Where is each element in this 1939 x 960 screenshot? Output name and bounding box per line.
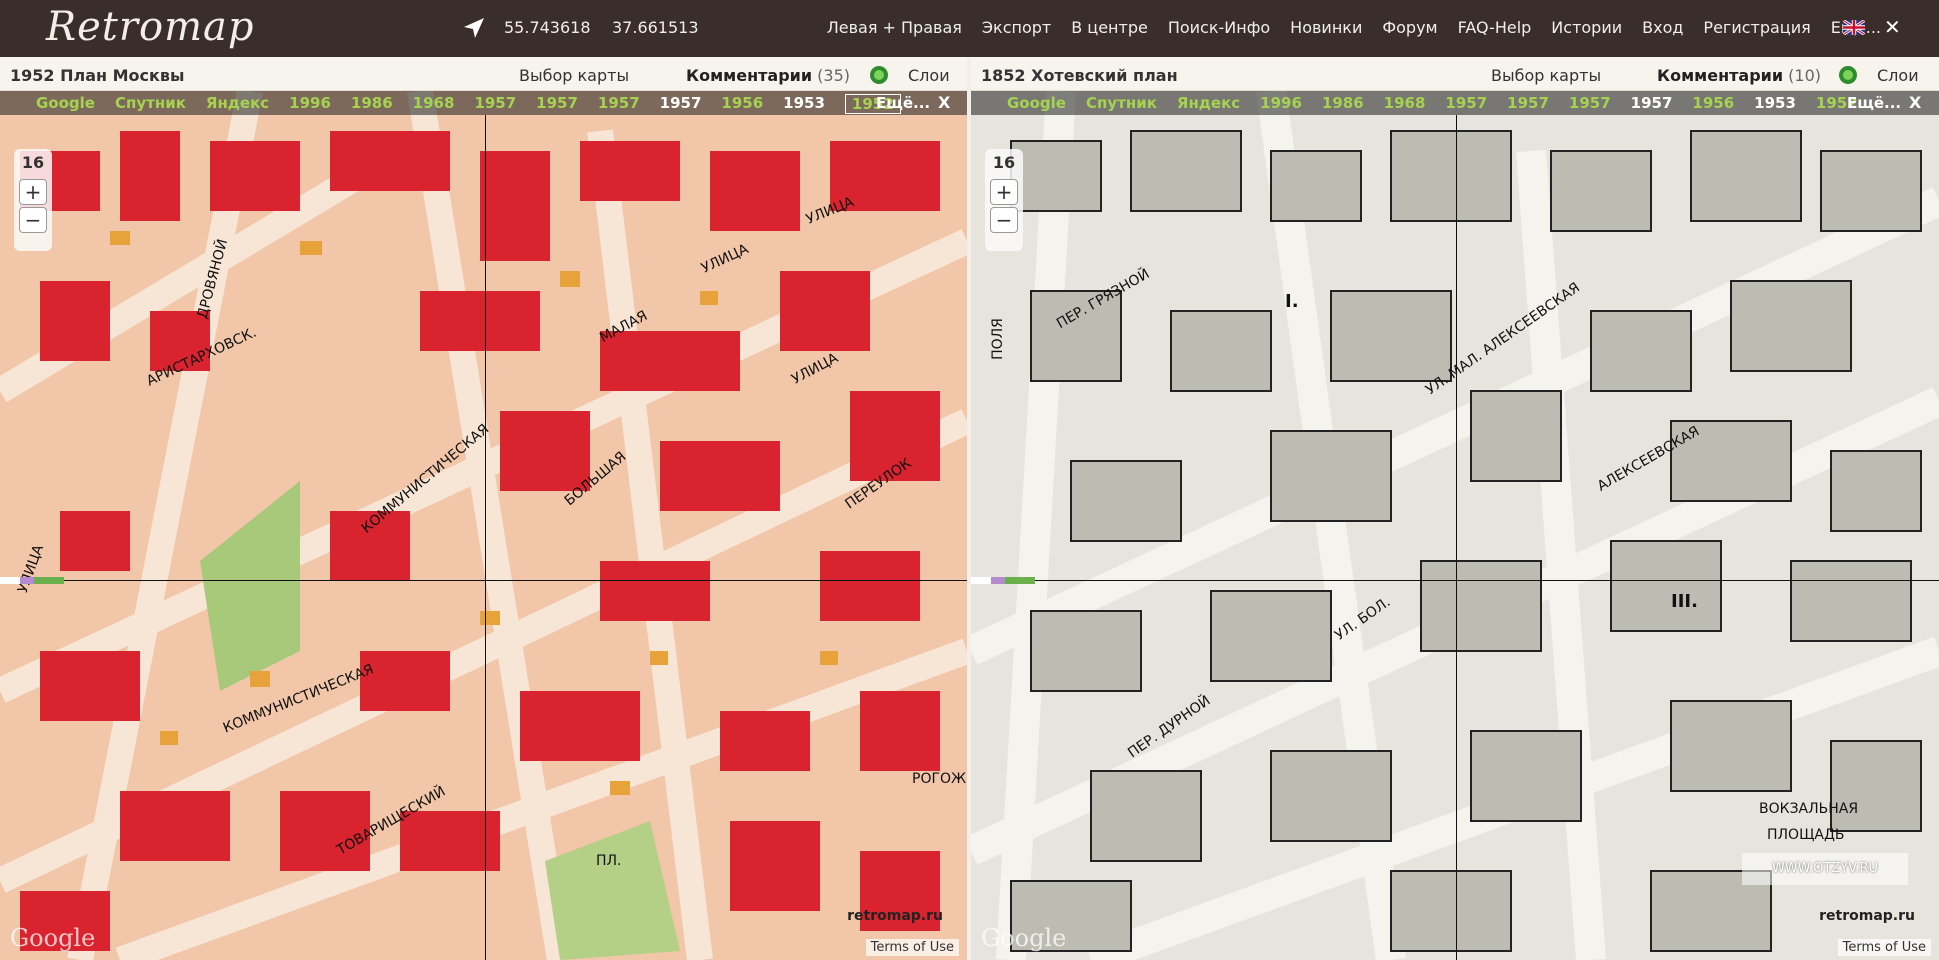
layers-icon[interactable]	[869, 65, 889, 85]
layers-icon[interactable]	[1838, 65, 1858, 85]
right-terms-link[interactable]: Terms of Use	[1837, 939, 1931, 956]
left-year-tab[interactable]: 1986	[351, 94, 393, 114]
right-choose-map-button[interactable]: Выбор карты	[1491, 66, 1601, 85]
menu-item[interactable]: Новинки	[1290, 18, 1362, 37]
site-logo[interactable]: Retromap	[46, 4, 254, 50]
right-close-bar-button[interactable]: X	[1909, 93, 1921, 112]
left-choose-map-button[interactable]: Выбор карты	[519, 66, 629, 85]
right-year-tab[interactable]: 1986	[1322, 94, 1364, 112]
right-zoom-in-button[interactable]: +	[990, 179, 1018, 205]
opacity-slider-icon[interactable]	[0, 577, 64, 584]
right-year-list: Google Спутник Яндекс 1996 1986 1968 1957 1957 1…	[1007, 94, 1858, 112]
menu-item[interactable]: FAQ-Help	[1458, 18, 1532, 37]
menu-item[interactable]: Левая + Правая	[827, 18, 962, 37]
right-year-tab[interactable]: 1957	[1631, 94, 1673, 112]
left-year-tab[interactable]: Google	[36, 94, 95, 114]
right-year-tab[interactable]: 1957	[1445, 94, 1487, 112]
menu-item[interactable]: Истории	[1551, 18, 1622, 37]
right-year-tab[interactable]: 1957	[1569, 94, 1611, 112]
left-zoom-out-button[interactable]: −	[19, 207, 47, 233]
right-year-tab[interactable]: Спутник	[1086, 94, 1157, 112]
menu-item[interactable]: В центре	[1071, 18, 1148, 37]
left-map-pane: 1952 План Москвы Выбор карты Комментарии…	[0, 57, 967, 960]
latitude-readout: 55.743618	[504, 18, 591, 37]
menu-item[interactable]: Вход	[1642, 18, 1683, 37]
left-year-tab[interactable]: Спутник	[115, 94, 186, 114]
site-watermark: WWW.OTZYV.RU	[1742, 853, 1908, 885]
map-label: ПЛ.	[596, 853, 622, 869]
left-year-tab[interactable]: 1996	[289, 94, 331, 114]
left-year-tab[interactable]: 1957	[598, 94, 640, 114]
right-year-tab[interactable]: 1953	[1754, 94, 1796, 112]
map-label: ВОКЗАЛЬНАЯ	[1759, 801, 1859, 817]
left-year-tab[interactable]: 1957	[660, 94, 702, 114]
left-year-tab[interactable]: 1957	[536, 94, 578, 114]
map-label: ПОЛЯ	[989, 318, 1006, 360]
right-year-bar: Google Спутник Яндекс 1996 1986 1968 1957 1957 1…	[971, 91, 1939, 115]
right-year-tab[interactable]: 1968	[1384, 94, 1426, 112]
right-year-tab[interactable]: Яндекс	[1177, 94, 1240, 112]
close-top-button[interactable]: ✕	[1884, 15, 1901, 39]
left-comments-label: Комментарии	[686, 66, 813, 85]
menu-item[interactable]: Форум	[1382, 18, 1437, 37]
left-comments-button[interactable]: Комментарии (35)	[686, 66, 850, 85]
left-google-logo: Google	[10, 924, 96, 952]
left-year-tab[interactable]: 1968	[413, 94, 455, 114]
map-label: РОГОЖ	[912, 771, 967, 787]
menu-item[interactable]: Регистрация	[1703, 18, 1810, 37]
left-map-title[interactable]: 1952 План Москвы	[10, 66, 184, 85]
left-map-canvas[interactable]: АРИСТАРХОВСК. УЛИЦА УЛИЦА МАЛАЯ УЛИЦА КО…	[0, 91, 967, 960]
right-zoom-level: 16	[992, 153, 1016, 172]
right-year-tab[interactable]: 1996	[1260, 94, 1302, 112]
crosshair-horizontal	[971, 580, 1939, 581]
right-zoom-out-button[interactable]: −	[990, 207, 1018, 233]
opacity-slider-icon[interactable]	[971, 577, 1035, 584]
left-year-tab[interactable]: 1953	[783, 94, 825, 114]
right-layers-button[interactable]: Слои	[1877, 66, 1919, 85]
right-comments-count: (10)	[1788, 66, 1822, 85]
crosshair-vertical	[1456, 115, 1457, 960]
left-close-bar-button[interactable]: X	[938, 93, 950, 112]
right-comments-label: Комментарии	[1657, 66, 1784, 85]
right-year-tab[interactable]: 1957	[1507, 94, 1549, 112]
menu-item[interactable]: Экспорт	[982, 18, 1051, 37]
right-map-title[interactable]: 1852 Хотевский план	[981, 66, 1178, 85]
left-zoom-in-button[interactable]: +	[19, 179, 47, 205]
left-pane-header: 1952 План Москвы Выбор карты Комментарии…	[0, 57, 967, 91]
right-more-years-button[interactable]: Ещё...	[1847, 94, 1901, 112]
top-bar: Retromap 55.743618 37.661513 Левая + Пра…	[0, 0, 1939, 57]
left-comments-count: (35)	[817, 66, 851, 85]
right-year-tab[interactable]: 1956	[1692, 94, 1734, 112]
map-label: III.	[1671, 591, 1698, 612]
map-label: I.	[1285, 291, 1299, 312]
right-retromap-brand: retromap.ru	[1819, 908, 1915, 924]
uk-flag-icon[interactable]	[1843, 20, 1865, 35]
left-terms-link[interactable]: Terms of Use	[865, 939, 959, 956]
left-layers-button[interactable]: Слои	[908, 66, 950, 85]
right-pane-header: 1852 Хотевский план Выбор карты Коммента…	[971, 57, 1939, 91]
right-zoom-control: 16 + −	[985, 149, 1023, 251]
left-year-tab[interactable]: 1957	[474, 94, 516, 114]
left-year-tab[interactable]: Яндекс	[206, 94, 269, 114]
right-map-pane: 1852 Хотевский план Выбор карты Коммента…	[971, 57, 1939, 960]
right-year-tab[interactable]: Google	[1007, 94, 1066, 112]
crosshair-vertical	[485, 115, 486, 960]
left-retromap-brand: retromap.ru	[847, 908, 943, 924]
left-more-years-button[interactable]: Ещё...	[876, 94, 930, 112]
menu-item[interactable]: Поиск-Инфо	[1168, 18, 1270, 37]
main-menu: Левая + Правая Экспорт В центре Поиск-Инфо Н…	[827, 18, 1881, 37]
geolocate-arrow-icon[interactable]	[462, 16, 486, 40]
right-comments-button[interactable]: Комментарии (10)	[1657, 66, 1821, 85]
left-zoom-control: 16 + −	[14, 149, 52, 251]
left-zoom-level: 16	[21, 153, 45, 172]
right-google-logo: Google	[981, 924, 1067, 952]
left-year-bar: Google Спутник Яндекс 1996 1986 1968 1957 1957 1…	[0, 91, 967, 115]
right-map-canvas[interactable]: ПЕР. ГРЯЗНОЙ УЛ. МАЛ. АЛЕКСЕЕВСКАЯ АЛЕКС…	[971, 91, 1939, 960]
longitude-readout: 37.661513	[612, 18, 699, 37]
left-year-tab[interactable]: 1956	[721, 94, 763, 114]
left-year-list: Google Спутник Яндекс 1996 1986 1968 1957 1957 1…	[36, 94, 901, 114]
crosshair-horizontal	[0, 580, 967, 581]
map-label: ПЛОЩАДЬ	[1767, 827, 1845, 843]
